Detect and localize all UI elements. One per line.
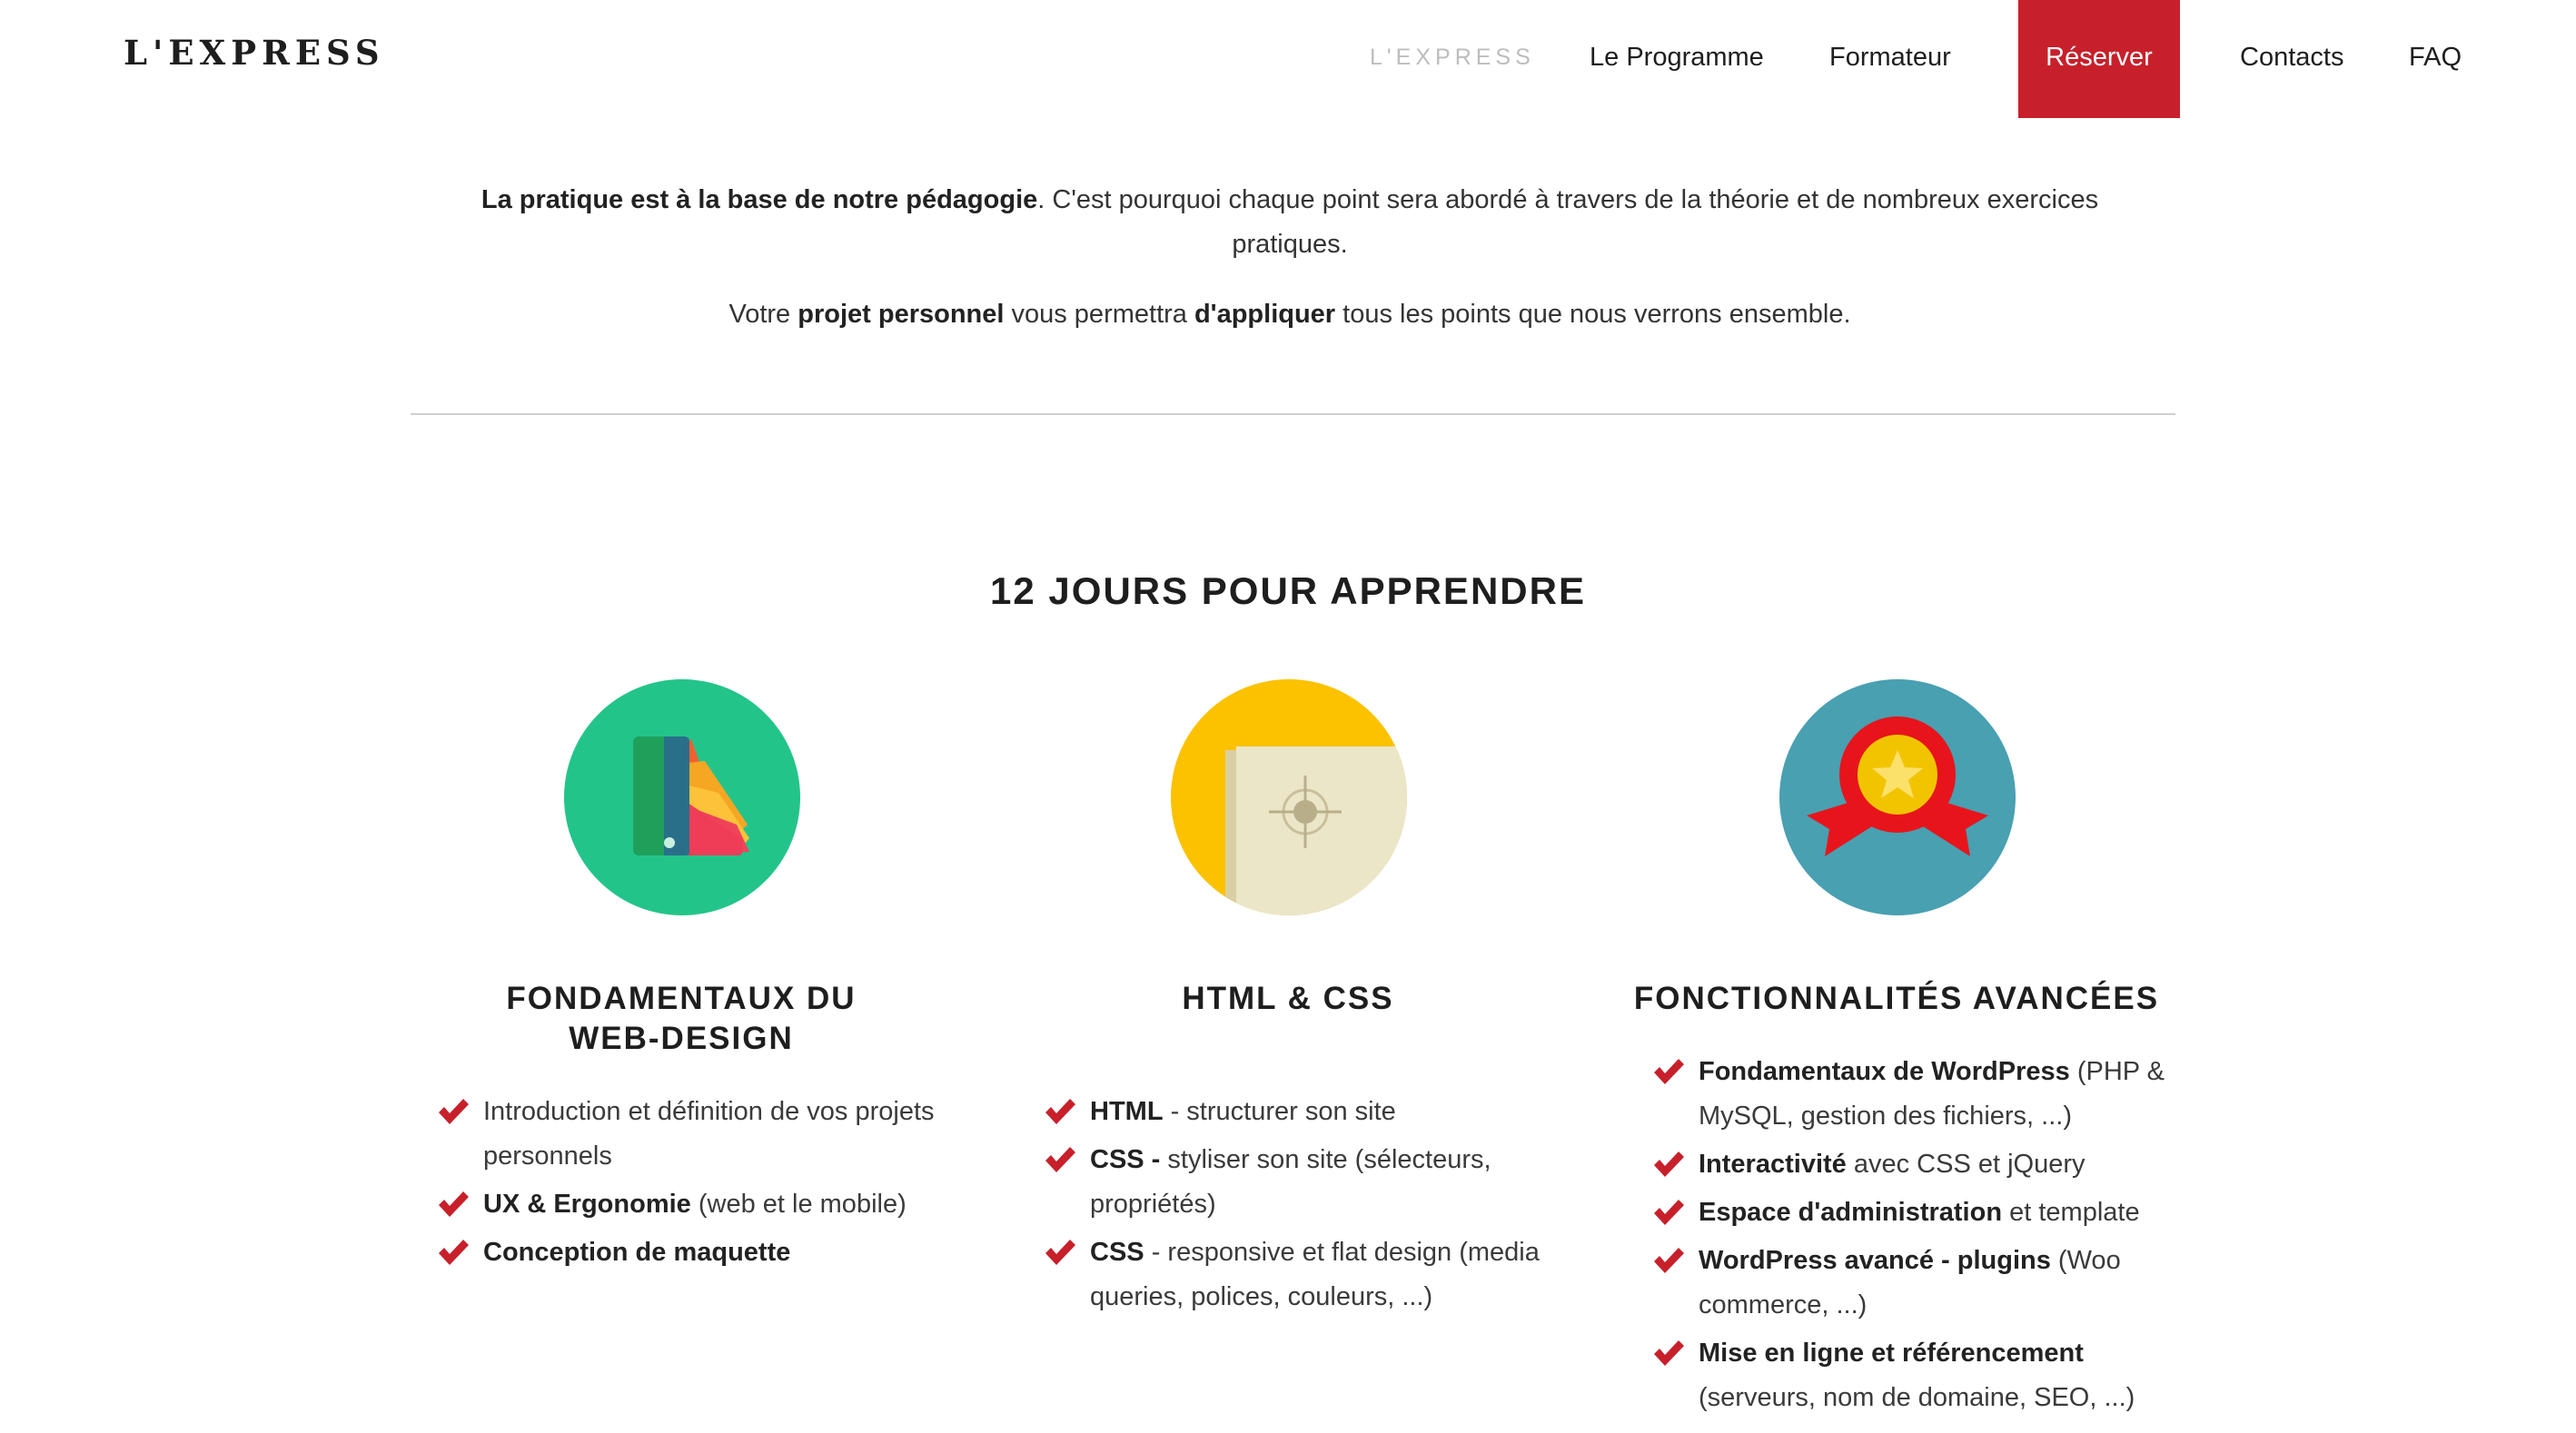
item-bold: Conception de maquette bbox=[483, 1238, 791, 1267]
target-paper-icon bbox=[1171, 679, 1407, 915]
award-ribbon-icon bbox=[1779, 679, 2016, 915]
intro-text-segment: Votre bbox=[728, 300, 798, 329]
checkmark-icon bbox=[439, 1099, 469, 1124]
section-title: 12 JOURS POUR APPRENDRE bbox=[990, 569, 1586, 612]
topic-list: HTML - structurer son site CSS - stylise… bbox=[1043, 1090, 1588, 1323]
column-title-line: HTML & CSS bbox=[1182, 981, 1394, 1016]
column-title-line: WEB-DESIGN bbox=[569, 1021, 794, 1056]
intro-text-segment: vous permettra bbox=[1004, 300, 1194, 329]
item-text: - structurer son site bbox=[1163, 1097, 1396, 1126]
item-bold: CSS - bbox=[1090, 1145, 1161, 1174]
list-item: Interactivité avec CSS et jQuery bbox=[1651, 1142, 2196, 1187]
nav-item-faq[interactable]: FAQ bbox=[2409, 0, 2462, 114]
checkmark-icon bbox=[1045, 1099, 1075, 1124]
list-item: CSS - responsive et flat design (media q… bbox=[1043, 1230, 1588, 1319]
item-text: Introduction et définition de vos projet… bbox=[483, 1097, 935, 1171]
nav-item-brand[interactable]: L'EXPRESS bbox=[1370, 0, 1535, 114]
column-title: FONDAMENTAUX DU WEB-DESIGN bbox=[391, 979, 972, 1059]
item-bold: CSS bbox=[1090, 1238, 1144, 1267]
item-bold: Interactivité bbox=[1699, 1150, 1847, 1179]
item-text: (serveurs, nom de domaine, SEO, ...) bbox=[1699, 1383, 2135, 1412]
list-item: CSS - styliser son site (sélecteurs, pro… bbox=[1043, 1138, 1588, 1227]
checkmark-icon bbox=[1045, 1147, 1075, 1172]
item-text: et template bbox=[2002, 1198, 2140, 1227]
checkmark-icon bbox=[439, 1191, 469, 1217]
column-title-line: FONDAMENTAUX DU bbox=[506, 981, 857, 1016]
list-item: Mise en ligne et référencement (serveurs… bbox=[1651, 1331, 2196, 1420]
list-item: Espace d'administration et template bbox=[1651, 1191, 2196, 1235]
item-bold: Mise en ligne et référencement bbox=[1699, 1339, 2084, 1368]
intro-rest: . C'est pourquoi chaque point sera abord… bbox=[1037, 185, 2099, 259]
checkmark-icon bbox=[1654, 1340, 1684, 1366]
intro-bold-segment: d'appliquer bbox=[1194, 300, 1336, 329]
item-bold: HTML bbox=[1090, 1097, 1164, 1126]
list-item: Introduction et définition de vos projet… bbox=[436, 1090, 981, 1179]
item-text: - responsive et flat design (media queri… bbox=[1090, 1238, 1540, 1311]
list-item: Conception de maquette bbox=[436, 1230, 981, 1275]
list-item: WordPress avancé - plugins (Woo commerce… bbox=[1651, 1239, 2196, 1328]
checkmark-icon bbox=[1654, 1248, 1684, 1273]
section-divider bbox=[411, 413, 2175, 415]
main-nav: L'EXPRESS Le Programme Formateur Réserve… bbox=[0, 0, 2576, 118]
checkmark-icon bbox=[1654, 1200, 1684, 1225]
item-bold: WordPress avancé - plugins bbox=[1699, 1246, 2051, 1275]
list-item: HTML - structurer son site bbox=[1043, 1090, 1588, 1134]
column-title: FONCTIONNALITÉS AVANCÉES bbox=[1606, 979, 2187, 1019]
site-header: L'EXPRESS L'EXPRESS Le Programme Formate… bbox=[0, 0, 2576, 118]
intro-text: La pratique est à la base de notre pédag… bbox=[427, 178, 2153, 337]
list-item: Fondamentaux de WordPress (PHP & MySQL, … bbox=[1651, 1050, 2196, 1139]
checkmark-icon bbox=[1654, 1151, 1684, 1177]
topic-list: Introduction et définition de vos projet… bbox=[436, 1090, 981, 1279]
item-bold: UX & Ergonomie bbox=[483, 1190, 691, 1219]
color-swatches-icon bbox=[564, 679, 800, 915]
item-text: (web et le mobile) bbox=[690, 1190, 907, 1219]
column-title-line: FONCTIONNALITÉS AVANCÉES bbox=[1633, 981, 2160, 1016]
checkmark-icon bbox=[1045, 1240, 1075, 1265]
list-item: UX & Ergonomie (web et le mobile) bbox=[436, 1182, 981, 1227]
intro-text-segment: tous les points que nous verrons ensembl… bbox=[1335, 300, 1851, 329]
item-bold: Espace d'administration bbox=[1699, 1198, 2003, 1227]
reserve-button[interactable]: Réserver bbox=[2018, 0, 2180, 118]
nav-item-formateur[interactable]: Formateur bbox=[1829, 0, 1951, 114]
column-title: HTML & CSS bbox=[997, 979, 1579, 1019]
nav-item-contacts[interactable]: Contacts bbox=[2240, 0, 2343, 114]
item-text: avec CSS et jQuery bbox=[1846, 1150, 2086, 1179]
topic-list: Fondamentaux de WordPress (PHP & MySQL, … bbox=[1651, 1050, 2196, 1424]
item-bold: Fondamentaux de WordPress bbox=[1699, 1057, 2070, 1086]
intro-bold-segment: projet personnel bbox=[798, 300, 1005, 329]
nav-item-programme[interactable]: Le Programme bbox=[1590, 0, 1764, 114]
intro-paragraph-1: La pratique est à la base de notre pédag… bbox=[427, 178, 2153, 267]
checkmark-icon bbox=[1654, 1059, 1684, 1084]
intro-paragraph-2: Votre projet personnel vous permettra d'… bbox=[427, 292, 2153, 337]
checkmark-icon bbox=[439, 1240, 469, 1265]
intro-bold: La pratique est à la base de notre pédag… bbox=[481, 185, 1038, 214]
